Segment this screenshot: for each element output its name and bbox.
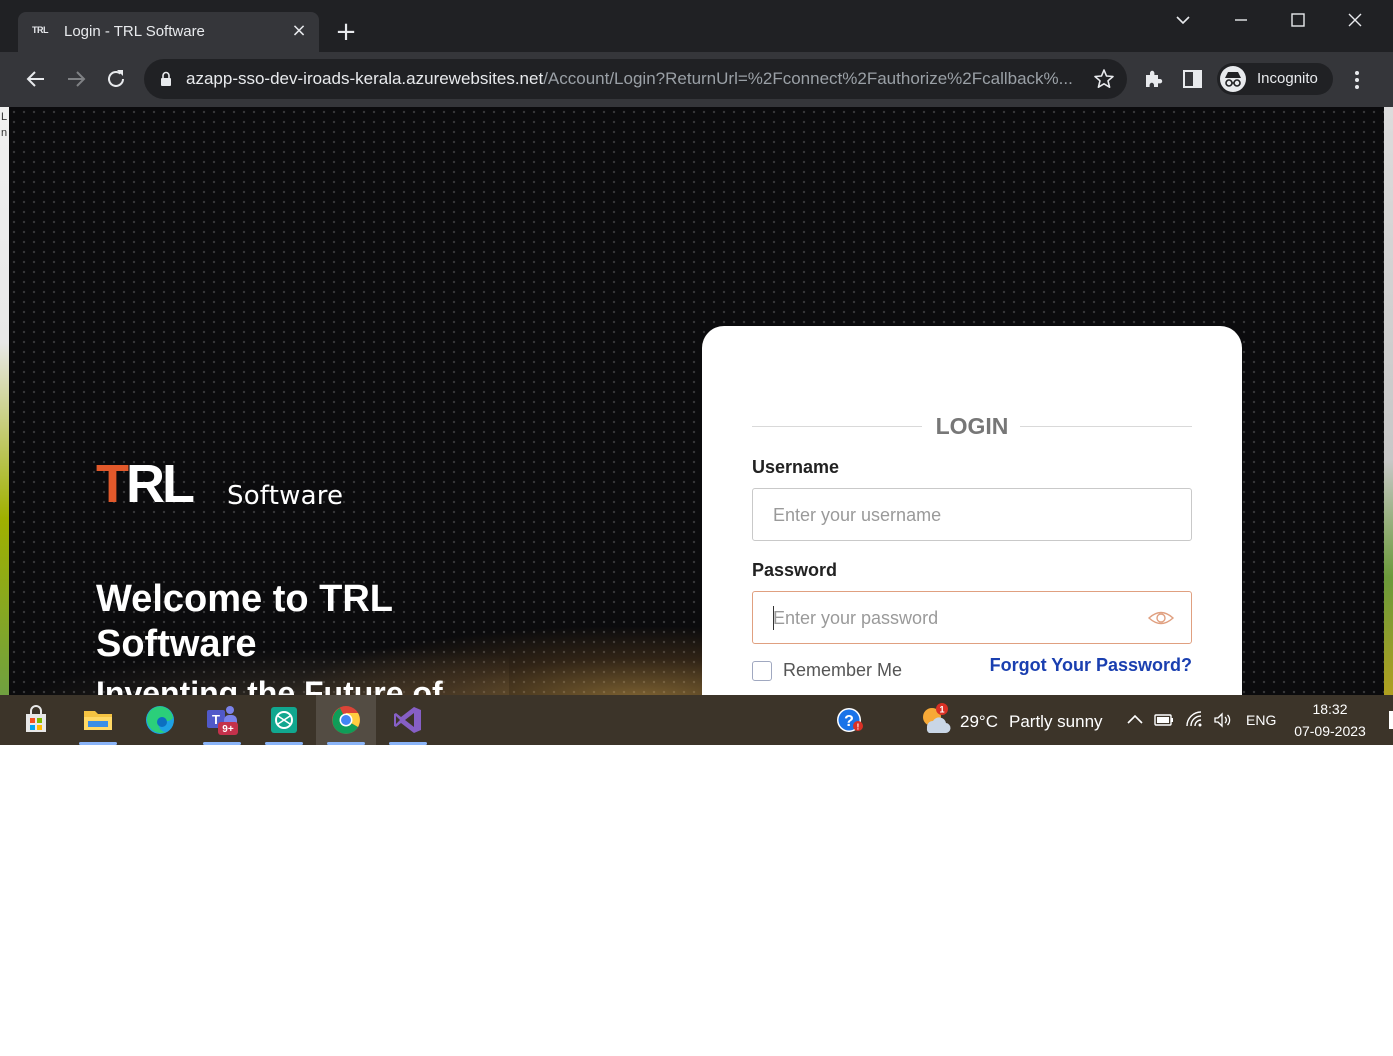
tab-title: Login - TRL Software: [64, 23, 205, 40]
weather-widget[interactable]: 1 29°C Partly sunny: [918, 695, 1113, 745]
forward-button[interactable]: [62, 65, 90, 93]
help-icon[interactable]: ?!: [824, 695, 874, 745]
background-window-edge-right: [1384, 107, 1393, 695]
tab-strip: TRL Login - TRL Software × +: [0, 0, 1393, 52]
clock-date: 07-09-2023: [1294, 723, 1366, 739]
minimize-button[interactable]: [1226, 6, 1256, 34]
password-input[interactable]: [773, 604, 1133, 632]
extensions-puzzle-icon[interactable]: [1141, 66, 1167, 92]
lock-icon[interactable]: [160, 71, 172, 87]
background-window-edge: L n: [0, 107, 9, 695]
incognito-icon: [1220, 66, 1246, 92]
visual-studio-icon[interactable]: [383, 695, 433, 745]
edge-icon[interactable]: [135, 695, 185, 745]
taskbar: T 9+ ?! 1 29°C Partly sunny ENG 18:32 07…: [0, 695, 1393, 745]
wifi-icon[interactable]: [1184, 709, 1206, 731]
svg-text:?: ?: [844, 713, 854, 730]
input-language[interactable]: ENG: [1246, 712, 1276, 728]
show-hidden-icons-chevron-icon[interactable]: [1124, 709, 1146, 731]
browser-tab[interactable]: TRL Login - TRL Software ×: [18, 12, 319, 52]
logo-wordmark: Software: [227, 481, 344, 511]
welcome-heading: Welcome to TRL Software: [96, 578, 393, 665]
browser-toolbar: azapp-sso-dev-iroads-kerala.azurewebsite…: [0, 52, 1393, 107]
temperature: 29°C: [960, 712, 998, 731]
page-viewport: L n TRL Software Welcome to TRL Software…: [0, 107, 1393, 695]
clock[interactable]: 18:32 07-09-2023: [1288, 699, 1372, 743]
close-window-button[interactable]: [1340, 6, 1370, 34]
username-label: Username: [752, 457, 840, 477]
teams-icon[interactable]: T 9+: [197, 695, 247, 745]
password-field[interactable]: [752, 591, 1192, 644]
login-card: LOGIN Username Password Remember Me Forg…: [702, 326, 1242, 695]
running-indicator: [203, 742, 241, 745]
remember-me-label[interactable]: Remember Me: [783, 660, 902, 681]
back-button[interactable]: [22, 65, 50, 93]
running-indicator: [79, 742, 117, 745]
start-store-icon[interactable]: [11, 695, 61, 745]
screen: TRL Login - TRL Software × + azapp-sso-d…: [0, 0, 1393, 745]
text-caret: [773, 606, 774, 630]
tab-search-icon[interactable]: [1168, 6, 1198, 34]
tagline: Inventing the Future of: [96, 675, 443, 695]
bookmark-star-icon[interactable]: [1093, 67, 1115, 91]
background-window-text: L n: [1, 111, 8, 139]
show-password-eye-icon[interactable]: [1147, 607, 1175, 629]
svg-text:!: !: [857, 723, 860, 732]
trl-software-logo: TRL Software: [96, 454, 356, 515]
reload-button[interactable]: [102, 65, 130, 93]
address-bar[interactable]: azapp-sso-dev-iroads-kerala.azurewebsite…: [144, 59, 1127, 99]
login-heading: LOGIN: [752, 412, 1192, 442]
trl-favicon-icon: TRL: [32, 25, 49, 35]
chrome-icon[interactable]: [316, 695, 376, 745]
battery-icon[interactable]: [1153, 709, 1175, 731]
incognito-label: Incognito: [1257, 70, 1318, 87]
heading-rule-right: [1020, 426, 1192, 427]
clock-time: 18:32: [1312, 701, 1348, 717]
teams-badge: 9+: [222, 724, 234, 735]
file-explorer-icon[interactable]: [73, 695, 123, 745]
new-tab-button[interactable]: +: [334, 18, 358, 46]
maximize-button[interactable]: [1283, 6, 1313, 34]
running-indicator: [389, 742, 427, 745]
chatgpt-app-icon[interactable]: [259, 695, 309, 745]
weather-badge: 1: [939, 705, 944, 715]
username-input[interactable]: [773, 501, 1133, 529]
incognito-profile-button[interactable]: Incognito: [1217, 63, 1333, 95]
forgot-password-link[interactable]: Forgot Your Password?: [990, 655, 1192, 676]
volume-icon[interactable]: [1212, 709, 1234, 731]
browser-menu-icon[interactable]: [1344, 66, 1370, 94]
password-label: Password: [752, 560, 838, 580]
weather-condition: Partly sunny: [1009, 712, 1103, 731]
running-indicator: [265, 742, 303, 745]
username-field[interactable]: [752, 488, 1192, 541]
logo-mark: TRL: [96, 454, 195, 514]
side-panel-icon[interactable]: [1180, 66, 1206, 92]
partly-sunny-icon: 1: [923, 703, 951, 734]
tab-close-icon[interactable]: ×: [291, 22, 307, 40]
running-indicator: [327, 742, 365, 745]
url-text[interactable]: azapp-sso-dev-iroads-kerala.azurewebsite…: [186, 69, 1081, 89]
remember-me-checkbox[interactable]: [752, 661, 772, 681]
show-desktop-edge[interactable]: [1389, 711, 1393, 729]
